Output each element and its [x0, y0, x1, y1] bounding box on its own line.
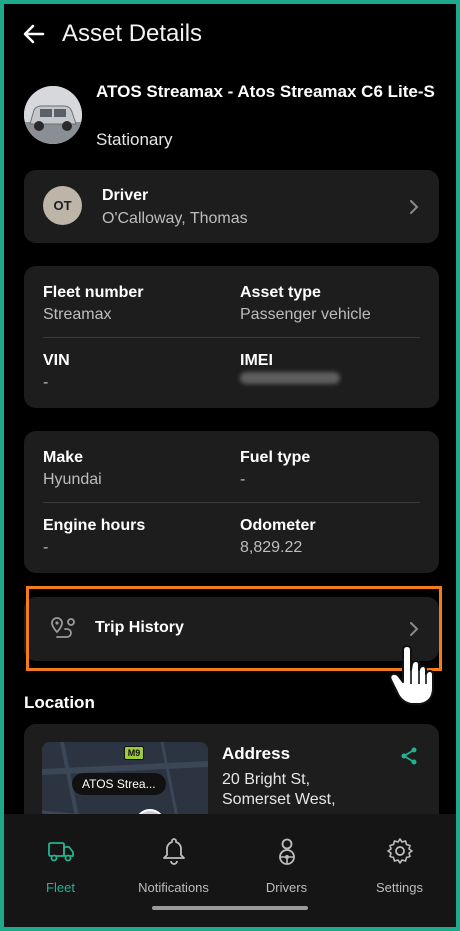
make-label: Make: [43, 449, 84, 466]
truck-icon: [48, 842, 74, 862]
engine-hours-value: -: [43, 539, 49, 556]
map-asset-badge: ATOS Strea...: [72, 773, 166, 795]
home-indicator: [152, 906, 308, 910]
gear-icon: [387, 838, 413, 864]
driver-avatar: OT: [43, 186, 82, 225]
road-sign: M9: [124, 746, 144, 760]
address-line: 20 Bright St,: [222, 771, 311, 788]
nav-settings[interactable]: Settings: [343, 814, 456, 904]
asset-status: Stationary: [96, 130, 173, 149]
vin-label: VIN: [43, 352, 70, 369]
nav-label: Notifications: [138, 880, 209, 895]
divider: [43, 502, 420, 503]
driver-name: O'Calloway, Thomas: [102, 210, 248, 227]
asset-type-label: Asset type: [240, 284, 321, 301]
divider: [43, 337, 420, 338]
odometer-value: 8,829.22: [240, 539, 303, 556]
nav-label: Fleet: [46, 880, 75, 895]
bottom-navigation: Fleet Notifications Drivers Settings: [4, 814, 456, 927]
nav-fleet[interactable]: Fleet: [4, 814, 117, 904]
bell-icon: [163, 838, 185, 865]
engine-hours-label: Engine hours: [43, 517, 146, 534]
driver-card[interactable]: OT Driver O'Calloway, Thomas: [24, 170, 439, 243]
asset-name: ATOS Streamax - Atos Streamax C6 Lite-S: [96, 82, 435, 101]
imei-label: IMEI: [240, 352, 273, 369]
asset-identifiers-card: Fleet number Streamax Asset type Passeng…: [24, 266, 439, 408]
driver-label: Driver: [102, 187, 149, 204]
address-text: 20 Bright St, Somerset West,: [222, 770, 382, 810]
imei-value-redacted: [240, 372, 340, 384]
make-value: Hyundai: [43, 471, 102, 488]
address-line: Somerset West,: [222, 791, 336, 808]
odometer-label: Odometer: [240, 517, 316, 534]
asset-type-value: Passenger vehicle: [240, 306, 371, 323]
fleet-number-label: Fleet number: [43, 284, 144, 301]
highlight-box: [26, 586, 442, 671]
location-heading: Location: [24, 693, 95, 712]
nav-drivers[interactable]: Drivers: [230, 814, 343, 904]
driver-icon: [279, 838, 295, 865]
asset-summary: ATOS Streamax - Atos Streamax C6 Lite-S …: [24, 80, 444, 150]
share-icon[interactable]: [399, 746, 419, 766]
app-header: Asset Details: [4, 4, 456, 64]
nav-notifications[interactable]: Notifications: [117, 814, 230, 904]
nav-label: Settings: [376, 880, 423, 895]
back-arrow-icon[interactable]: [22, 22, 46, 46]
asset-specs-card: Make Hyundai Fuel type - Engine hours - …: [24, 431, 439, 573]
page-title: Asset Details: [62, 20, 203, 47]
chevron-right-icon: [410, 200, 419, 214]
fleet-number-value: Streamax: [43, 306, 112, 323]
asset-photo: [24, 86, 82, 144]
nav-label: Drivers: [265, 880, 308, 895]
pointer-hand-icon: [389, 645, 434, 705]
fuel-type-value: -: [240, 471, 246, 488]
fuel-type-label: Fuel type: [240, 449, 311, 466]
vin-value: -: [43, 374, 49, 391]
address-label: Address: [222, 744, 291, 763]
asset-details-screen: Asset Details ATOS Streamax - Atos Strea…: [4, 4, 456, 927]
